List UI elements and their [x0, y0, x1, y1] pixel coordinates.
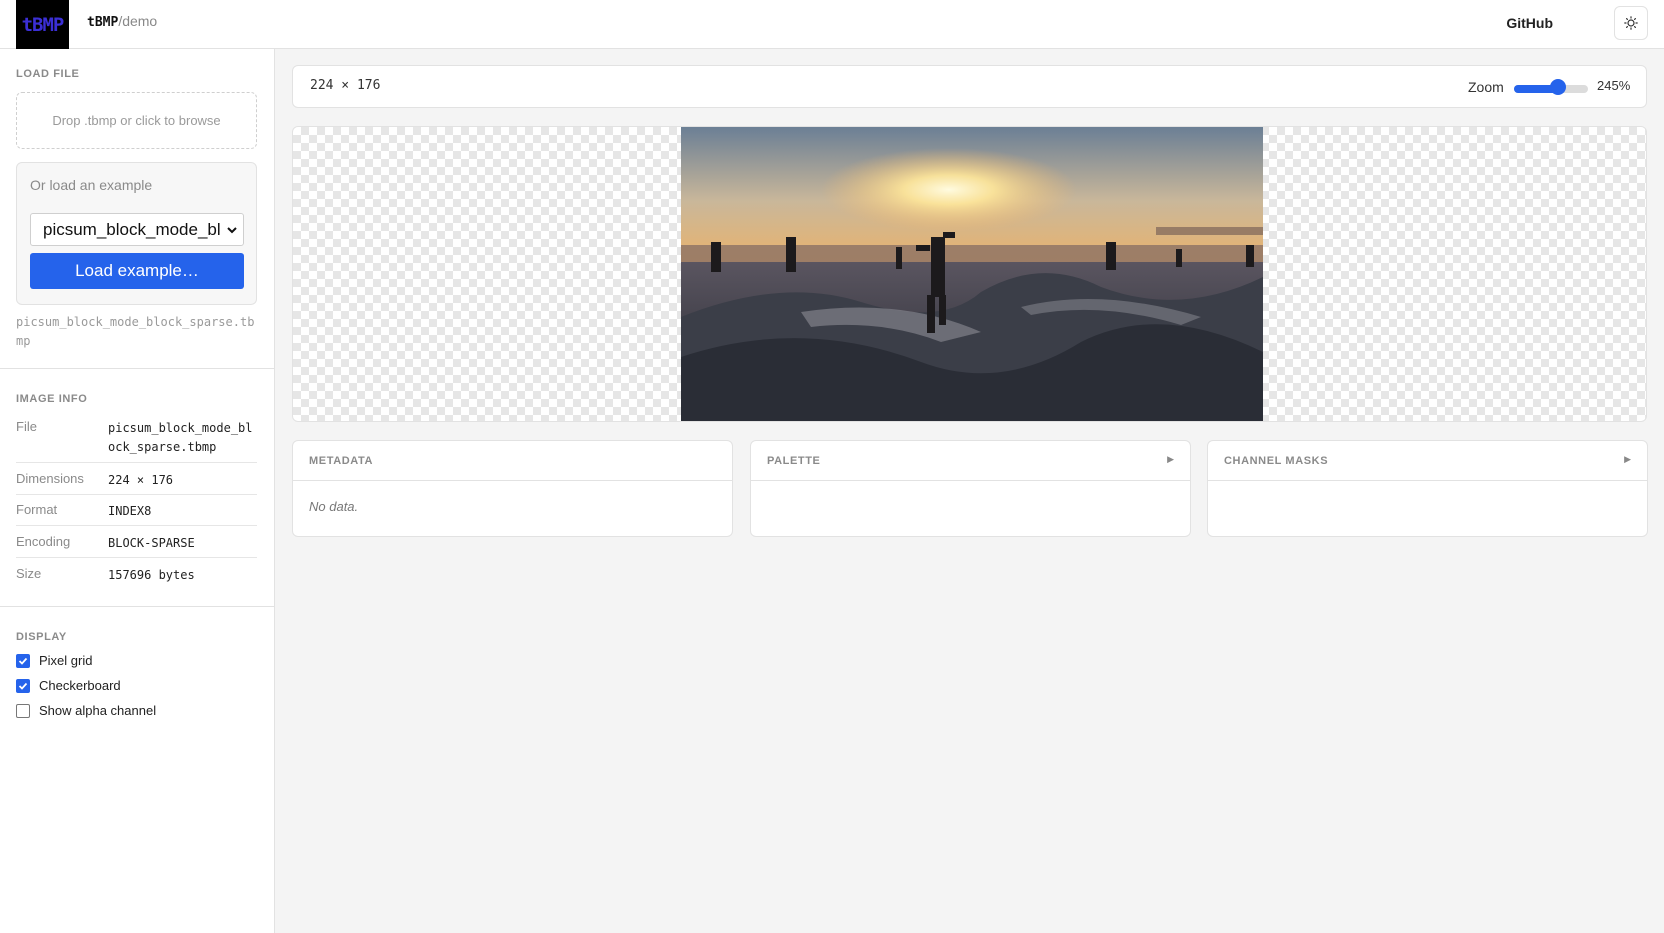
- chevron-down-icon: [225, 221, 239, 239]
- example-select-value: picsum_block_mode_bl: [43, 219, 221, 239]
- metadata-panel-title: METADATA: [309, 455, 374, 467]
- pixel-grid-label: Pixel grid: [39, 653, 93, 668]
- example-label: Or load an example: [30, 177, 153, 193]
- info-key: Format: [16, 502, 58, 517]
- channel-masks-panel: CHANNEL MASKS ▶: [1207, 440, 1648, 537]
- metadata-panel-header: METADATA: [293, 441, 732, 481]
- palette-panel: PALETTE ▶: [750, 440, 1191, 537]
- checkerboard-checkbox[interactable]: [16, 678, 30, 693]
- info-key: File: [16, 419, 37, 434]
- decoded-image: [681, 127, 1263, 421]
- expand-arrow-icon[interactable]: ▶: [1167, 454, 1174, 465]
- info-row-file: File picsum_block_mode_block_sparse.tbmp: [16, 419, 257, 463]
- example-loader: Or load an example picsum_block_mode_bl …: [16, 162, 257, 305]
- sun-icon: [1624, 16, 1638, 30]
- viewer-toolbar: 224 × 176 Zoom 245%: [292, 65, 1647, 108]
- display-title: DISPLAY: [16, 631, 67, 643]
- info-value: picsum_block_mode_block_sparse.tbmp: [108, 421, 253, 454]
- info-key: Dimensions: [16, 471, 84, 486]
- brand-sub: /demo: [118, 13, 158, 29]
- zoom-value: 245%: [1597, 78, 1631, 93]
- channel-masks-panel-header[interactable]: CHANNEL MASKS ▶: [1208, 441, 1647, 481]
- file-dropzone[interactable]: Drop .tbmp or click to browse: [16, 92, 257, 149]
- info-value: INDEX8: [108, 504, 152, 518]
- image-dimensions: 224 × 176: [310, 78, 381, 93]
- info-row-format: Format INDEX8: [16, 502, 257, 526]
- info-row-size: Size 157696 bytes: [16, 566, 257, 590]
- tbmp-logo[interactable]: tBMP: [16, 0, 69, 49]
- checkerboard-label: Checkerboard: [39, 678, 121, 693]
- divider: [0, 368, 275, 369]
- metadata-panel: METADATA No data.: [292, 440, 733, 537]
- palette-panel-title: PALETTE: [767, 455, 821, 467]
- info-key: Size: [16, 566, 42, 581]
- app-header: tBMP tBMP/demo GitHub: [0, 0, 1664, 49]
- expand-arrow-icon[interactable]: ▶: [1624, 454, 1631, 465]
- show-alpha-checkbox[interactable]: [16, 703, 30, 718]
- metadata-panel-body: No data.: [309, 499, 359, 514]
- palette-panel-header[interactable]: PALETTE ▶: [751, 441, 1190, 481]
- info-value: 157696 bytes: [108, 568, 195, 582]
- image-info-title: IMAGE INFO: [16, 393, 88, 405]
- loaded-filename: picsum_block_mode_block_sparse.tbmp: [16, 315, 255, 348]
- pixel-grid-option[interactable]: Pixel grid: [16, 653, 92, 668]
- info-key: Encoding: [16, 534, 71, 549]
- theme-toggle-button[interactable]: [1614, 6, 1648, 40]
- show-alpha-label: Show alpha channel: [39, 703, 157, 718]
- load-example-button[interactable]: Load example…: [30, 253, 244, 289]
- github-link[interactable]: GitHub: [1506, 15, 1553, 31]
- sidebar: LOAD FILE Drop .tbmp or click to browse …: [0, 49, 275, 933]
- info-row-encoding: Encoding BLOCK-SPARSE: [16, 534, 257, 558]
- brand-name: tBMP: [87, 15, 119, 30]
- info-value: 224 × 176: [108, 473, 174, 487]
- pixel-grid-checkbox[interactable]: [16, 653, 30, 668]
- brand: tBMP/demo: [87, 13, 157, 30]
- image-canvas[interactable]: [292, 126, 1647, 422]
- info-value: BLOCK-SPARSE: [108, 536, 195, 550]
- checkerboard-option[interactable]: Checkerboard: [16, 678, 121, 693]
- zoom-label: Zoom: [1468, 79, 1504, 95]
- divider: [0, 606, 275, 607]
- info-row-dimensions: Dimensions 224 × 176: [16, 471, 257, 495]
- show-alpha-option[interactable]: Show alpha channel: [16, 703, 156, 718]
- channel-masks-panel-title: CHANNEL MASKS: [1224, 455, 1329, 467]
- load-file-title: LOAD FILE: [16, 68, 80, 80]
- example-select[interactable]: picsum_block_mode_bl: [30, 213, 244, 246]
